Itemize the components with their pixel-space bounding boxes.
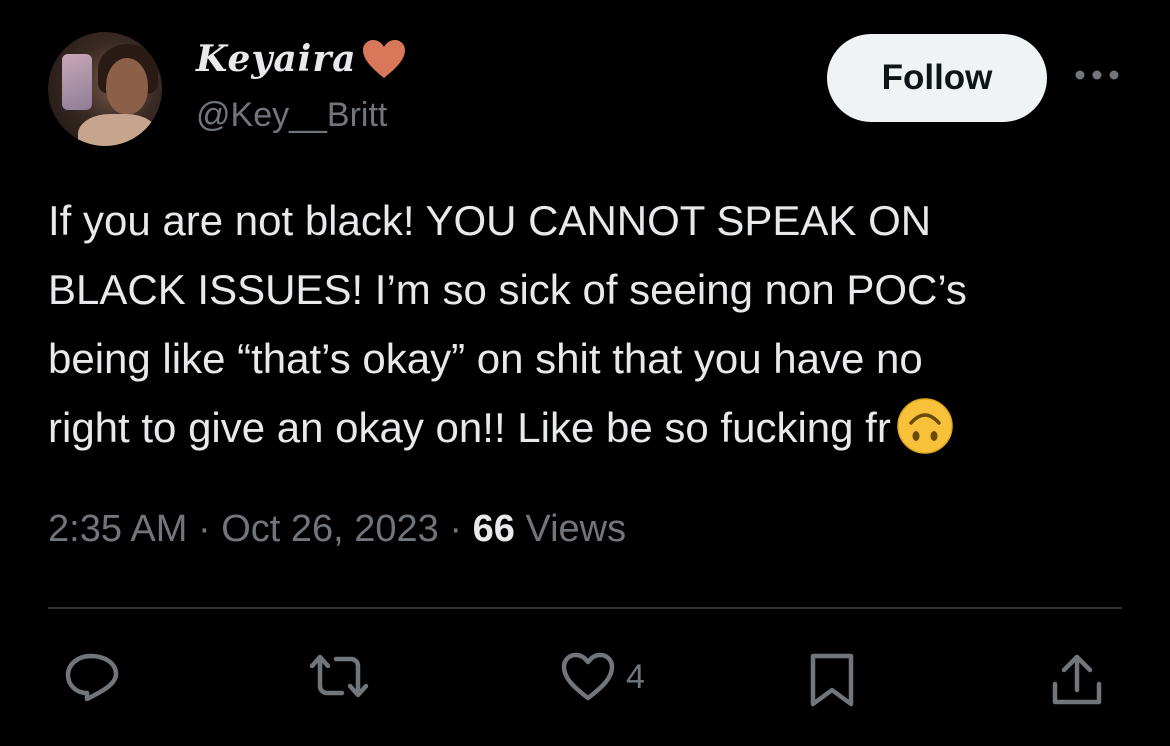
like-button[interactable]: 4 [560,652,645,702]
divider [48,607,1122,609]
orange-heart-icon [362,40,405,78]
avatar-face [106,58,148,114]
display-name[interactable]: Keyaira [196,38,357,80]
share-icon [1052,654,1102,705]
views-count: 66 [472,508,515,550]
retweet-button[interactable] [308,652,370,700]
heart-outline-icon [561,652,615,701]
avatar-body [78,114,158,146]
tweet-time[interactable]: 2:35 AM [48,508,187,550]
avatar-phone [62,54,92,110]
like-count: 4 [626,657,645,696]
more-options-icon[interactable] [1074,68,1120,82]
reply-button[interactable] [64,652,120,702]
bookmark-icon [810,653,854,707]
retweet-icon [309,654,369,698]
meta-separator: · [187,508,222,550]
reply-icon [65,653,119,702]
views-label: Views [525,508,627,550]
tweet-date[interactable]: Oct 26, 2023 [221,508,439,550]
tweet-meta: 2:35 AM · Oct 26, 2023 · 66 Views [48,508,626,551]
upside-down-face-icon [897,398,953,454]
avatar[interactable] [48,32,162,146]
tweet-text: If you are not black! YOU CANNOT SPEAK O… [48,186,1128,462]
follow-button[interactable]: Follow [827,34,1047,122]
tweet-body: If you are not black! YOU CANNOT SPEAK O… [48,197,967,451]
share-button[interactable] [1050,652,1104,708]
user-handle[interactable]: @Key__Britt [196,96,387,135]
name-row[interactable]: Keyaira [196,38,407,80]
bookmark-button[interactable] [808,652,856,708]
meta-separator: · [438,508,473,550]
